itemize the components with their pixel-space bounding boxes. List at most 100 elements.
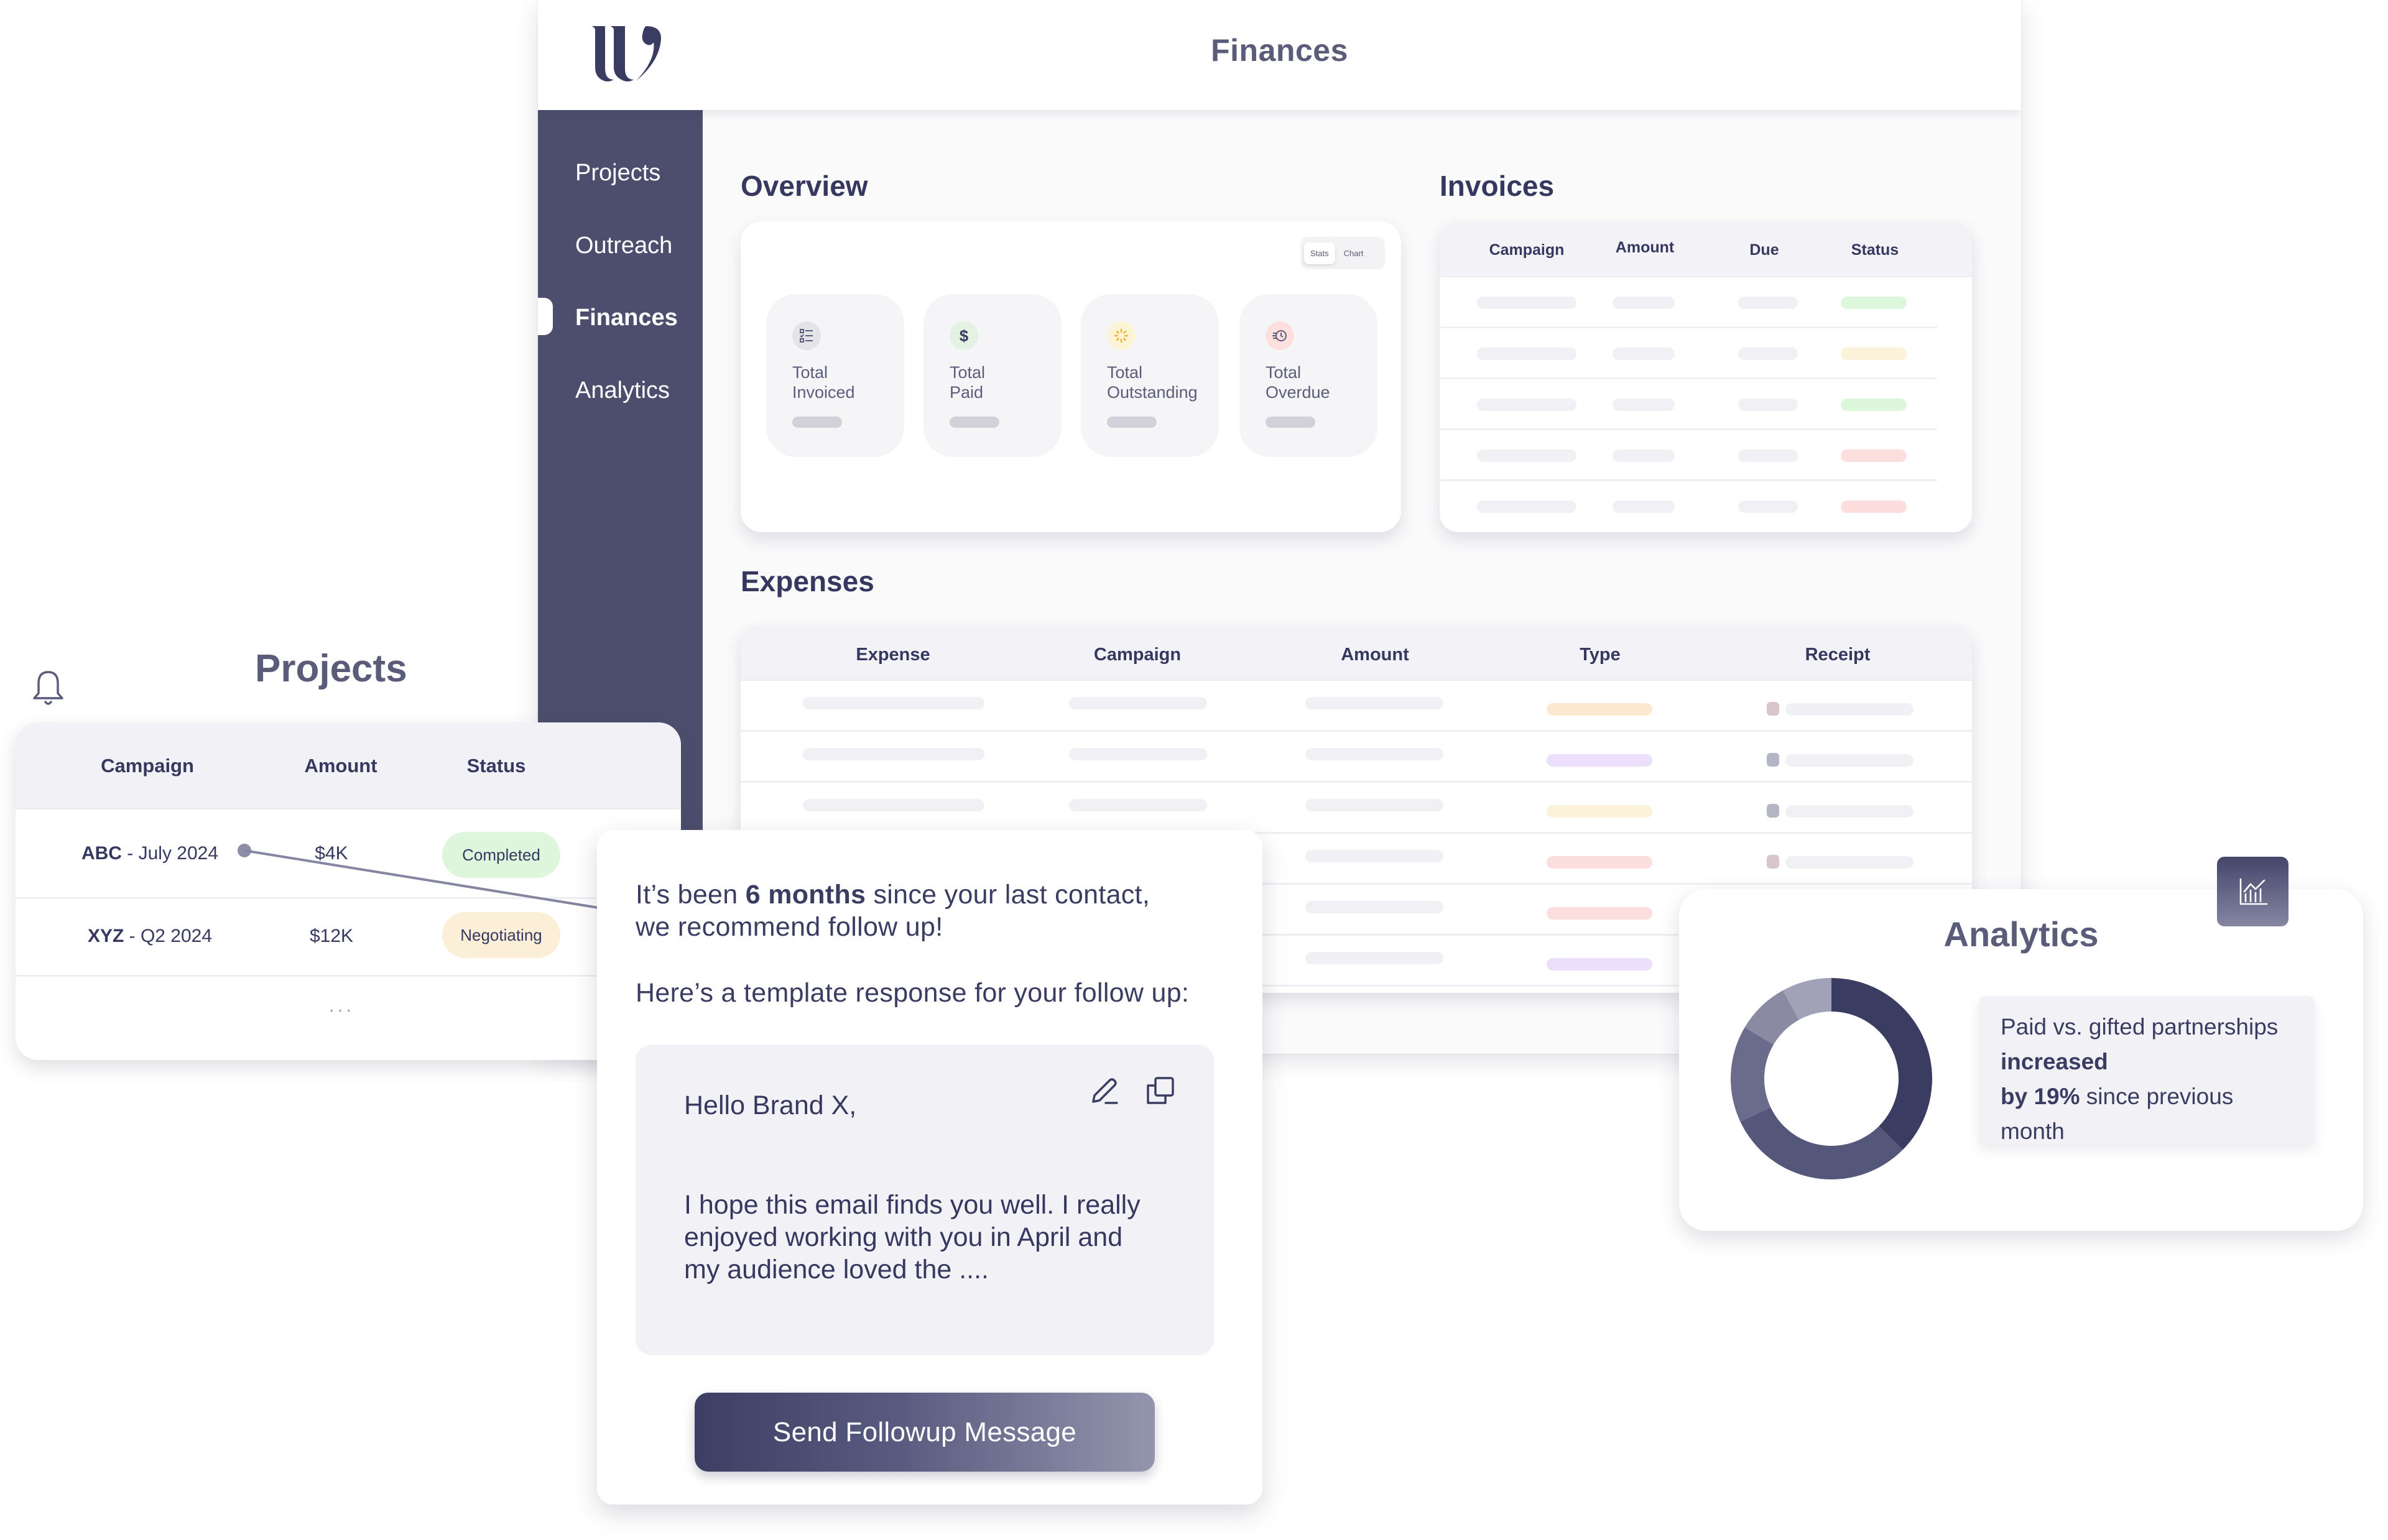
invoices-table-header: Campaign Amount Due Status [1440, 221, 1972, 277]
receipt-thumbnail-icon[interactable] [1767, 753, 1779, 767]
table-row[interactable] [1440, 277, 1937, 328]
followup-intro: It’s been 6 months since your last conta… [636, 880, 1150, 942]
projects-table-header: Campaign Amount Status [16, 722, 681, 809]
status-placeholder [1841, 348, 1907, 360]
active-nav-indicator [538, 298, 553, 335]
receipt-thumbnail-icon[interactable] [1767, 702, 1779, 716]
type-placeholder [1547, 754, 1652, 767]
bell-icon[interactable] [31, 668, 65, 707]
column-header-expense[interactable]: Expense [856, 645, 930, 665]
column-header-due[interactable]: Due [1749, 241, 1779, 259]
table-row[interactable] [741, 681, 1972, 732]
cell-placeholder [1069, 748, 1207, 760]
overview-title: Overview [741, 170, 868, 202]
status-badge: Completed [442, 832, 560, 878]
receipt-thumbnail-icon[interactable] [1767, 804, 1779, 818]
cell-placeholder [1738, 348, 1798, 360]
table-row[interactable] [1440, 379, 1937, 430]
column-header-status[interactable]: Status [467, 755, 526, 777]
cell-placeholder [803, 799, 984, 811]
amount-cell: $12K [309, 926, 354, 946]
sidebar-item-analytics[interactable]: Analytics [575, 377, 670, 404]
column-header-type[interactable]: Type [1580, 645, 1621, 665]
receipt-thumbnail-icon[interactable] [1767, 855, 1779, 869]
toggle-stats[interactable]: Stats [1304, 242, 1335, 264]
edit-pencil-icon[interactable] [1088, 1074, 1121, 1107]
receipt-placeholder [1785, 703, 1914, 716]
type-placeholder [1547, 958, 1652, 971]
column-header-status[interactable]: Status [1851, 241, 1899, 259]
campaign-cell: ABC - July 2024 [81, 843, 219, 864]
table-row[interactable] [1440, 328, 1937, 379]
app-header: Finances [538, 0, 2021, 110]
table-row[interactable]: XYZ - Q2 2024 $12K Negotiating [16, 901, 681, 977]
expenses-title: Expenses [741, 565, 874, 597]
more-rows-ellipsis[interactable]: ... [329, 996, 354, 1016]
donut-slice-2 [1740, 1107, 1903, 1179]
cell-placeholder [1477, 297, 1576, 309]
cell-placeholder [1738, 297, 1798, 309]
stat-total-paid[interactable]: $ Total Paid [923, 294, 1062, 457]
column-header-amount[interactable]: Amount [1616, 239, 1674, 257]
cell-placeholder [1613, 500, 1675, 513]
sidebar-item-projects[interactable]: Projects [575, 160, 660, 187]
stat-label: Total Paid [950, 363, 986, 402]
cell-placeholder [1305, 799, 1443, 811]
cell-placeholder [1305, 901, 1443, 913]
cell-placeholder [803, 748, 984, 760]
partnership-donut-chart [1731, 978, 1932, 1179]
cell-placeholder [1305, 850, 1443, 862]
projects-title: Projects [255, 647, 407, 690]
sidebar-item-outreach[interactable]: Outreach [575, 233, 672, 259]
column-header-campaign[interactable]: Campaign [1094, 645, 1181, 665]
copy-icon[interactable] [1144, 1074, 1177, 1107]
history-clock-icon [1266, 321, 1294, 350]
status-placeholder [1841, 500, 1907, 513]
cell-placeholder [1069, 799, 1207, 811]
sidebar-item-finances[interactable]: Finances [575, 305, 678, 331]
table-row[interactable] [1440, 481, 1937, 532]
donut-slice-1 [1831, 978, 1932, 1150]
toggle-chart[interactable]: Chart [1338, 242, 1370, 264]
receipt-placeholder [1785, 754, 1914, 767]
receipt-placeholder [1785, 805, 1914, 818]
stat-label: Total Overdue [1266, 363, 1330, 402]
table-row[interactable]: ABC - July 2024 $4K Completed [16, 811, 681, 899]
stat-total-invoiced[interactable]: Total Invoiced [766, 294, 904, 457]
dollar-icon: $ [950, 321, 978, 350]
column-header-campaign[interactable]: Campaign [1489, 241, 1565, 259]
column-header-amount[interactable]: Amount [1341, 645, 1409, 665]
analytics-card: Analytics Paid vs. gifted partnerships i… [1679, 889, 2363, 1231]
stat-total-outstanding[interactable]: Total Outstanding [1081, 294, 1219, 457]
table-row[interactable] [1440, 430, 1937, 481]
invoices-title: Invoices [1440, 170, 1555, 202]
template-message-box[interactable]: Hello Brand X, I hope this email finds y… [636, 1044, 1214, 1355]
table-row[interactable] [741, 732, 1972, 783]
analytics-shortcut-button[interactable] [2217, 857, 2288, 926]
send-followup-button[interactable]: Send Followup Message [695, 1393, 1155, 1472]
checklist-icon [792, 321, 821, 350]
receipt-placeholder [1785, 856, 1914, 869]
type-placeholder [1547, 703, 1652, 716]
cell-placeholder [1738, 399, 1798, 411]
cell-placeholder [1613, 297, 1675, 309]
donut-slice-3 [1731, 1027, 1774, 1122]
analytics-insight: Paid vs. gifted partnerships increased b… [1979, 996, 2315, 1145]
loading-icon [1107, 321, 1136, 350]
cell-placeholder [1069, 697, 1207, 709]
cell-placeholder [1305, 697, 1443, 709]
cell-placeholder [1477, 500, 1576, 513]
cell-placeholder [1738, 500, 1798, 513]
column-header-amount[interactable]: Amount [304, 755, 377, 777]
column-header-campaign[interactable]: Campaign [101, 755, 194, 777]
template-body: I hope this email finds you well. I real… [684, 1190, 1141, 1284]
stat-value-placeholder [1266, 417, 1315, 428]
invoices-table: Campaign Amount Due Status [1440, 221, 1972, 532]
cell-placeholder [1613, 399, 1675, 411]
table-row[interactable] [741, 783, 1972, 834]
cell-placeholder [1305, 748, 1443, 760]
projects-table: Campaign Amount Status ABC - July 2024 $… [16, 722, 681, 1060]
stat-total-overdue[interactable]: Total Overdue [1239, 294, 1377, 457]
column-header-receipt[interactable]: Receipt [1805, 645, 1871, 665]
overview-card: Stats Chart TotalInvoiced $ TotalPaid [741, 221, 1401, 532]
